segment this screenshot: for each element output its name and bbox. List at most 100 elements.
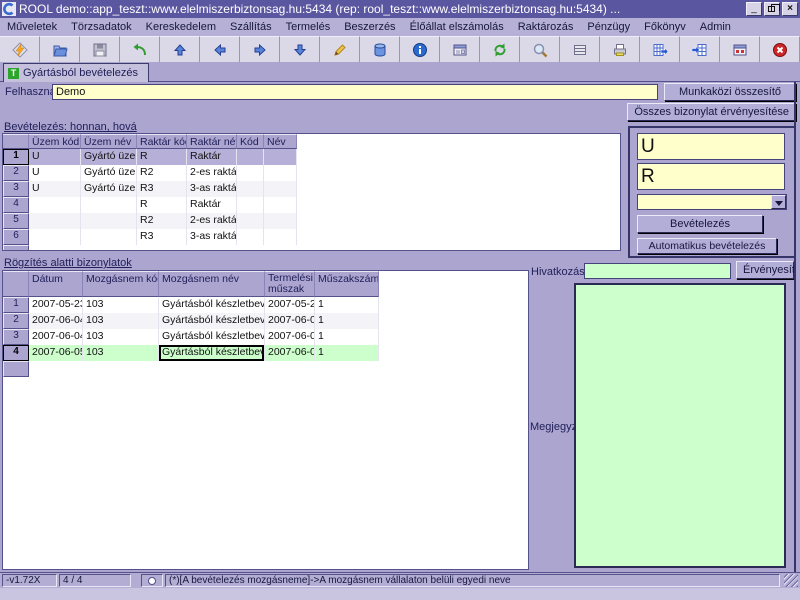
table-cell[interactable] xyxy=(237,213,264,229)
print-button[interactable] xyxy=(600,36,640,62)
form-button[interactable] xyxy=(440,36,480,62)
row-number[interactable]: 2 xyxy=(3,165,29,181)
table-cell[interactable] xyxy=(81,197,137,213)
dropdown-arrow-icon[interactable] xyxy=(771,195,786,209)
table-cell[interactable] xyxy=(81,213,137,229)
table-cell[interactable]: 103 xyxy=(83,313,159,329)
work-summary-button[interactable]: Munkaközi összesítő xyxy=(664,83,796,101)
table-cell[interactable]: R xyxy=(137,197,187,213)
close-button[interactable]: × xyxy=(782,2,798,16)
row-number[interactable]: 4 xyxy=(3,345,29,361)
menu-admin[interactable]: Admin xyxy=(693,19,738,35)
first-record-button[interactable] xyxy=(160,36,200,62)
info-button[interactable] xyxy=(400,36,440,62)
column-header[interactable]: Név xyxy=(264,134,297,149)
window-button[interactable] xyxy=(720,36,760,62)
table-cell[interactable]: 103 xyxy=(83,345,159,361)
table-cell[interactable]: 2007-06-05 xyxy=(29,345,83,361)
table-cell[interactable] xyxy=(237,149,264,165)
table-cell[interactable]: Gyártásból készletbevétel xyxy=(159,297,265,313)
table-cell[interactable] xyxy=(264,181,297,197)
table-cell[interactable] xyxy=(264,165,297,181)
menu-fokonyv[interactable]: Főkönyv xyxy=(637,19,693,35)
column-header[interactable]: Raktár kód xyxy=(137,134,187,149)
table-import-button[interactable] xyxy=(680,36,720,62)
table-cell[interactable]: 1 xyxy=(315,345,379,361)
table-cell[interactable]: 2007-05-23 xyxy=(29,297,83,313)
table-cell[interactable]: U xyxy=(29,181,81,197)
table-cell[interactable]: 2007-06-04 xyxy=(265,329,315,345)
target-combobox[interactable] xyxy=(637,194,787,210)
column-header[interactable]: Mozgásnem név xyxy=(159,271,265,297)
menu-penzugy[interactable]: Pénzügy xyxy=(580,19,637,35)
save-button[interactable] xyxy=(80,36,120,62)
table-cell[interactable]: 103 xyxy=(83,329,159,345)
row-number[interactable]: 3 xyxy=(3,329,29,345)
table-cell[interactable]: 1 xyxy=(315,313,379,329)
row-number[interactable]: 1 xyxy=(3,297,29,313)
table-cell[interactable]: 3-as raktár xyxy=(187,181,237,197)
open-button[interactable] xyxy=(40,36,80,62)
column-header[interactable]: Műszakszám xyxy=(315,271,379,297)
search-button[interactable] xyxy=(520,36,560,62)
table-cell[interactable]: 2007-06-05 xyxy=(265,345,315,361)
table-cell[interactable]: 2007-05-23 xyxy=(265,297,315,313)
table-cell[interactable] xyxy=(237,165,264,181)
refresh-button[interactable] xyxy=(480,36,520,62)
table-cell[interactable]: 2007-06-04 xyxy=(29,329,83,345)
table-cell[interactable] xyxy=(81,229,137,245)
table-cell[interactable] xyxy=(237,229,264,245)
validate-all-button[interactable]: Összes bizonylat érvényesítése xyxy=(627,103,796,121)
table-cell[interactable] xyxy=(29,197,81,213)
user-input[interactable] xyxy=(52,84,658,100)
table-cell[interactable]: 1 xyxy=(315,297,379,313)
column-header[interactable]: Dátum xyxy=(29,271,83,297)
restore-button[interactable] xyxy=(764,2,780,16)
table-cell[interactable]: R3 xyxy=(137,229,187,245)
last-record-button[interactable] xyxy=(280,36,320,62)
execute-button[interactable] xyxy=(0,36,40,62)
menu-eloallat-elszamolas[interactable]: Élőállat elszámolás xyxy=(403,19,511,35)
table-cell[interactable]: R2 xyxy=(137,213,187,229)
table-cell[interactable] xyxy=(29,213,81,229)
table-cell[interactable]: Raktár xyxy=(187,149,237,165)
table-cell[interactable]: Gyártó üzem xyxy=(81,181,137,197)
database-button[interactable] xyxy=(360,36,400,62)
column-header[interactable]: Termelési műszak xyxy=(265,271,315,297)
table-cell[interactable] xyxy=(264,197,297,213)
menu-muveletek[interactable]: Műveletek xyxy=(0,19,64,35)
menu-szallitas[interactable]: Szállítás xyxy=(223,19,279,35)
table-cell[interactable] xyxy=(264,149,297,165)
table-cell[interactable] xyxy=(237,181,264,197)
receive-button[interactable]: Bevételezés xyxy=(637,215,763,233)
column-header[interactable]: Üzem név xyxy=(81,134,137,149)
next-record-button[interactable] xyxy=(240,36,280,62)
table-cell[interactable]: Gyártásból készletbevétel xyxy=(159,313,265,329)
menu-raktarozas[interactable]: Raktározás xyxy=(511,19,581,35)
exit-button[interactable] xyxy=(760,36,800,62)
row-number[interactable]: 1 xyxy=(3,149,29,165)
menu-torzsadatok[interactable]: Törzsadatok xyxy=(64,19,139,35)
row-number[interactable]: 6 xyxy=(3,229,29,245)
table-cell[interactable]: Gyártásból készletbevétel xyxy=(159,329,265,345)
table-cell[interactable] xyxy=(237,197,264,213)
table-cell[interactable]: U xyxy=(29,165,81,181)
row-number[interactable]: 4 xyxy=(3,197,29,213)
table-cell-focused[interactable]: Gyártásból készletbevétel xyxy=(159,345,265,361)
row-number[interactable]: 5 xyxy=(3,213,29,229)
tab-gyartasbol-bevetelezes[interactable]: T Gyártásból bevételezés xyxy=(3,63,149,82)
row-number[interactable]: 3 xyxy=(3,181,29,197)
grid-button[interactable] xyxy=(560,36,600,62)
table-cell[interactable]: 3-as raktár xyxy=(187,229,237,245)
undo-button[interactable] xyxy=(120,36,160,62)
table-cell[interactable]: Raktár xyxy=(187,197,237,213)
column-header[interactable]: Üzem kód xyxy=(29,134,81,149)
edit-button[interactable] xyxy=(320,36,360,62)
resize-grip[interactable] xyxy=(784,574,798,587)
minimize-button[interactable]: _ xyxy=(746,2,762,16)
table-cell[interactable]: 2-es raktár xyxy=(187,213,237,229)
table-cell[interactable] xyxy=(264,213,297,229)
table-cell[interactable]: 2007-06-04 xyxy=(265,313,315,329)
auto-receive-button[interactable]: Automatikus bevételezés xyxy=(637,238,777,254)
table-cell[interactable]: R2 xyxy=(137,165,187,181)
